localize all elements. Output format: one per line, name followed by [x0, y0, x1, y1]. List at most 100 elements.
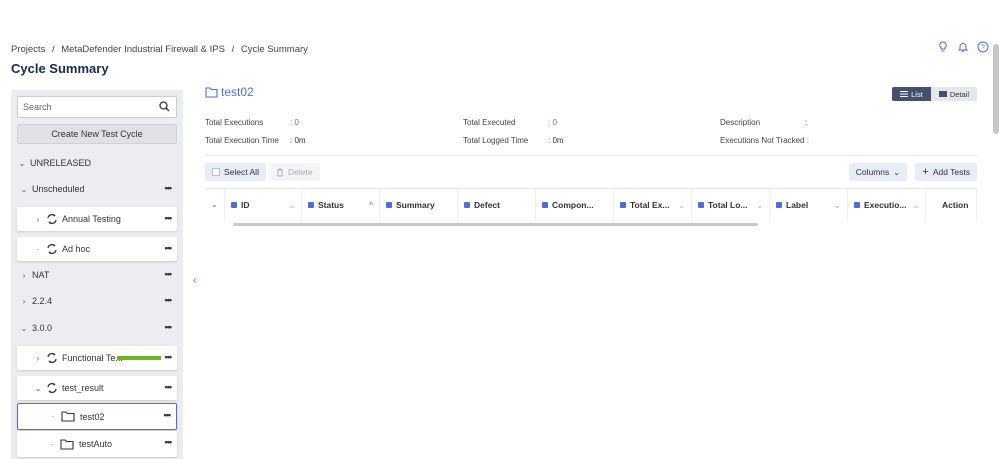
bullet-icon: ·: [36, 244, 40, 254]
sidebar-item-testauto[interactable]: · testAuto •••: [17, 431, 177, 457]
top-icons: ?: [937, 40, 989, 53]
pin-icon[interactable]: [231, 202, 237, 208]
delete-label: Delete: [288, 167, 313, 177]
columns-button[interactable]: Columns ⌄: [848, 163, 907, 181]
detail-view-button[interactable]: Detail: [930, 87, 977, 101]
column-header-action[interactable]: Action: [926, 189, 977, 221]
bell-icon[interactable]: [957, 40, 969, 53]
pin-icon[interactable]: [620, 202, 626, 208]
collapse-sidebar-icon[interactable]: ‹: [193, 275, 196, 286]
breadcrumb-current: Cycle Summary: [240, 44, 308, 55]
column-header-id[interactable]: ID ⌄: [225, 189, 302, 221]
sidebar-item-label: UNRELEASED: [30, 158, 92, 168]
sidebar-item-label: Functional Te...: [62, 353, 123, 363]
bullet-icon: ·: [51, 412, 55, 421]
column-label: Summary: [396, 200, 435, 210]
list-view-button[interactable]: List: [892, 87, 931, 101]
sort-asc-icon[interactable]: ^: [369, 201, 373, 210]
more-options-icon[interactable]: •••: [165, 269, 173, 279]
chevron-right-icon: ›: [22, 296, 26, 306]
pin-icon[interactable]: [464, 202, 470, 208]
stat-value[interactable]: : 0: [290, 118, 299, 127]
checkbox-icon[interactable]: [212, 168, 220, 176]
more-options-icon[interactable]: •••: [164, 410, 172, 420]
add-tests-button[interactable]: + Add Tests: [915, 163, 977, 181]
sidebar-item-label: Ad hoc: [62, 244, 91, 254]
pin-icon[interactable]: [776, 202, 782, 208]
stat-label: Total Logged Time: [463, 136, 529, 145]
trash-icon: [277, 168, 283, 176]
more-options-icon[interactable]: •••: [165, 213, 173, 223]
more-options-icon[interactable]: •••: [165, 295, 173, 305]
search-input[interactable]: Search: [17, 96, 177, 118]
sidebar-item-nat[interactable]: › NAT •••: [17, 263, 177, 287]
sidebar-item-unreleased[interactable]: ⌄ UNRELEASED: [17, 151, 177, 175]
cycle-icon: [46, 382, 58, 394]
search-placeholder: Search: [23, 102, 52, 112]
chevron-right-icon: ›: [36, 353, 40, 363]
breadcrumb-projects[interactable]: Projects: [11, 44, 45, 55]
more-options-icon[interactable]: •••: [165, 382, 173, 392]
sidebar-item-test-result[interactable]: ⌄ test_result •••: [17, 376, 177, 400]
more-options-icon[interactable]: •••: [165, 437, 173, 447]
sidebar-item-2-2-4[interactable]: › 2.2.4 •••: [17, 289, 177, 313]
pin-icon[interactable]: [854, 202, 860, 208]
more-options-icon[interactable]: •••: [165, 322, 173, 332]
select-all-button[interactable]: Select All: [205, 163, 266, 181]
page-title: Cycle Summary: [11, 61, 109, 76]
chevron-down-icon[interactable]: ⌄: [834, 201, 841, 210]
stat-total-execution-time: Total Execution Time : 0m: [205, 136, 306, 145]
columns-label: Columns: [855, 167, 890, 177]
chevron-down-icon[interactable]: ⌄: [912, 201, 919, 210]
sidebar-item-functional-testing[interactable]: › Functional Te... •••: [17, 346, 177, 370]
page-scrollbar[interactable]: [993, 44, 999, 134]
lightbulb-icon[interactable]: [937, 40, 949, 52]
stat-total-executed: Total Executed : 0: [463, 118, 557, 127]
more-options-icon[interactable]: •••: [165, 183, 173, 193]
sidebar-item-ad-hoc[interactable]: · Ad hoc •••: [17, 237, 177, 261]
column-header-expand[interactable]: -: [205, 189, 225, 221]
chevron-down-icon[interactable]: ⌄: [288, 201, 295, 210]
more-options-icon[interactable]: •••: [165, 352, 173, 362]
cycle-icon: [46, 213, 58, 225]
stat-label: Total Executed: [463, 118, 516, 127]
sidebar-item-unscheduled[interactable]: ⌄ Unscheduled •••: [17, 177, 177, 201]
help-icon[interactable]: ?: [977, 40, 989, 53]
column-header-status[interactable]: Status ^: [302, 189, 380, 221]
column-header-defect[interactable]: Defect: [458, 189, 536, 221]
bullet-icon: ·: [50, 439, 54, 449]
chevron-down-icon[interactable]: ⌄: [678, 201, 685, 210]
delete-button[interactable]: Delete: [269, 163, 320, 181]
sidebar-item-annual-testing[interactable]: › Annual Testing •••: [17, 207, 177, 231]
plus-icon: +: [922, 166, 929, 178]
create-test-cycle-button[interactable]: Create New Test Cycle: [17, 124, 177, 144]
chevron-down-icon[interactable]: ⌄: [756, 201, 763, 210]
grid-horizontal-scrollbar[interactable]: [233, 223, 758, 226]
column-label: Total Lo...: [708, 200, 748, 210]
pin-icon[interactable]: [308, 202, 314, 208]
column-header-summary[interactable]: Summary: [380, 189, 458, 221]
sidebar-item-label: test_result: [62, 383, 104, 393]
column-header-total-executions[interactable]: Total Ex... ⌄: [614, 189, 692, 221]
sidebar-item-3-0-0[interactable]: ⌄ 3.0.0 •••: [17, 316, 177, 340]
more-options-icon[interactable]: •••: [165, 243, 173, 253]
search-icon[interactable]: [159, 101, 170, 114]
sidebar-item-label: 3.0.0: [32, 323, 53, 333]
column-label: -: [213, 200, 216, 210]
column-header-component[interactable]: Compon...: [536, 189, 614, 221]
executions-grid: - ID ⌄ Status ^ Summary Defect Compon... T…: [205, 188, 977, 226]
column-header-label[interactable]: Label ⌄: [770, 189, 848, 221]
breadcrumb-separator: /: [231, 44, 235, 55]
sidebar-item-label: Annual Testing: [62, 214, 121, 224]
chevron-down-icon: ⌄: [893, 167, 900, 177]
pin-icon[interactable]: [542, 202, 548, 208]
pin-icon[interactable]: [386, 202, 392, 208]
list-icon: [900, 91, 909, 97]
breadcrumb-project[interactable]: MetaDefender Industrial Firewall & IPS: [61, 44, 225, 55]
pin-icon[interactable]: [698, 202, 704, 208]
column-header-total-logged[interactable]: Total Lo... ⌄: [692, 189, 770, 221]
sidebar-item-test02[interactable]: · test02 •••: [17, 403, 177, 430]
stat-value[interactable]: : 0: [548, 118, 557, 127]
column-header-execution[interactable]: Executio... ⌄: [848, 189, 926, 221]
column-label: Defect: [474, 200, 500, 210]
